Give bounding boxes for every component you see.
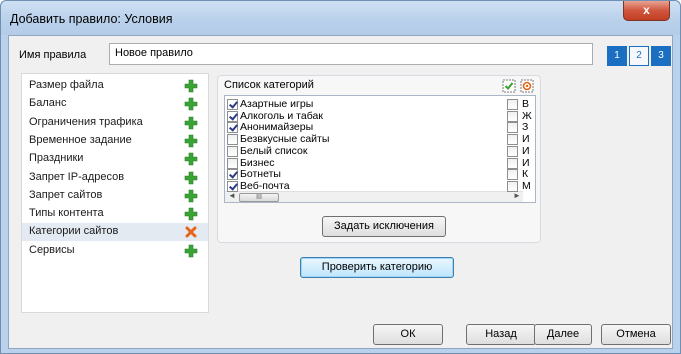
rule-name-input[interactable]: Новое правило bbox=[109, 43, 593, 65]
plus-icon[interactable] bbox=[184, 97, 198, 111]
sidebar-item[interactable]: Праздники bbox=[22, 150, 208, 168]
scroll-left-icon[interactable]: ◄ bbox=[228, 191, 236, 200]
sidebar-item[interactable]: Ограничения трафика bbox=[22, 114, 208, 132]
next-button[interactable]: Далее bbox=[534, 324, 592, 345]
checkbox-unchecked[interactable] bbox=[507, 145, 518, 157]
category-label: Ж bbox=[522, 109, 532, 122]
ok-button[interactable]: ОК bbox=[373, 324, 443, 345]
cancel-button[interactable]: Отмена bbox=[601, 324, 671, 345]
sidebar-item-label: Временное задание bbox=[29, 133, 132, 146]
category-label: Бизнес bbox=[240, 156, 275, 169]
step-2-button[interactable]: 2 bbox=[629, 46, 649, 66]
uncheck-all-icon[interactable] bbox=[520, 79, 534, 93]
checkbox-unchecked[interactable] bbox=[507, 122, 518, 134]
category-label: З bbox=[522, 121, 529, 134]
dialog-body: Имя правила Новое правило 1 2 3 Размер ф… bbox=[8, 35, 673, 349]
category-label: Безвкусные сайты bbox=[240, 133, 330, 146]
category-label: Азартные игры bbox=[240, 98, 314, 110]
category-label: Белый список bbox=[240, 144, 308, 157]
category-label: Анонимайзеры bbox=[240, 121, 314, 134]
category-label: Алкоголь и табак bbox=[240, 109, 323, 122]
sidebar-item[interactable]: Баланс bbox=[22, 95, 208, 113]
sidebar-item[interactable]: Сервисы bbox=[22, 242, 208, 260]
category-label: И bbox=[522, 133, 530, 146]
category-label: М bbox=[522, 179, 531, 192]
check-category-button[interactable]: Проверить категорию bbox=[300, 257, 454, 278]
sidebar-item-label: Размер файла bbox=[29, 79, 104, 91]
checkbox-unchecked[interactable] bbox=[227, 134, 238, 146]
checkbox-checked[interactable] bbox=[227, 99, 238, 110]
checkbox-unchecked[interactable] bbox=[507, 110, 518, 122]
sidebar-item-label: Праздники bbox=[29, 152, 84, 165]
sidebar-item-label: Запрет IP-адресов bbox=[29, 170, 125, 183]
rule-name-label: Имя правила bbox=[19, 49, 87, 61]
scroll-right-icon[interactable]: ► bbox=[513, 191, 521, 200]
category-label: Ботнеты bbox=[240, 168, 281, 181]
dialog-window: Добавить правило: Условия x Имя правила … bbox=[0, 0, 681, 354]
plus-icon[interactable] bbox=[184, 207, 198, 221]
sidebar-item-label: Запрет сайтов bbox=[29, 188, 103, 201]
sidebar-item[interactable]: Размер файла bbox=[22, 77, 208, 95]
checkbox-checked[interactable] bbox=[227, 110, 238, 122]
sidebar-item-label: Ограничения трафика bbox=[29, 115, 143, 128]
plus-icon[interactable] bbox=[184, 244, 198, 258]
categories-listbox[interactable]: ◄ III ► Азартные игры Алкоголь и табак Ано… bbox=[224, 95, 536, 203]
category-label: И bbox=[522, 156, 530, 169]
remove-icon[interactable] bbox=[184, 225, 198, 239]
sidebar-item-label: Баланс bbox=[29, 97, 67, 110]
category-label: Веб-почта bbox=[240, 179, 290, 192]
set-exceptions-button[interactable]: Задать исключения bbox=[322, 216, 446, 237]
sidebar-item[interactable]: Запрет IP-адресов bbox=[22, 169, 208, 187]
category-label: В bbox=[522, 98, 530, 110]
category-label: К bbox=[522, 168, 529, 181]
close-button[interactable]: x bbox=[623, 1, 670, 21]
checkbox-checked[interactable] bbox=[227, 122, 238, 134]
checkbox-checked[interactable] bbox=[227, 180, 238, 192]
close-icon: x bbox=[643, 3, 650, 17]
categories-panel: Список категорий ◄ III ► Азартные игры Ал… bbox=[217, 75, 541, 243]
scroll-thumb[interactable]: III bbox=[239, 193, 279, 202]
sidebar-item-label: Сервисы bbox=[29, 243, 75, 256]
conditions-list: Размер файла Баланс Ограничения трафика Вре… bbox=[21, 73, 209, 313]
plus-icon[interactable] bbox=[184, 79, 198, 93]
categories-title: Список категорий bbox=[224, 79, 314, 91]
plus-icon[interactable] bbox=[184, 134, 198, 148]
plus-icon[interactable] bbox=[184, 116, 198, 130]
checkbox-unchecked[interactable] bbox=[507, 157, 518, 169]
step-1-button[interactable]: 1 bbox=[607, 46, 627, 66]
plus-icon[interactable] bbox=[184, 171, 198, 185]
horizontal-scrollbar[interactable]: ◄ III ► bbox=[225, 191, 523, 202]
checkbox-unchecked[interactable] bbox=[227, 145, 238, 157]
back-button[interactable]: Назад bbox=[466, 324, 536, 345]
checkbox-unchecked[interactable] bbox=[507, 180, 518, 192]
sidebar-item[interactable]: Запрет сайтов bbox=[22, 187, 208, 205]
plus-icon[interactable] bbox=[184, 189, 198, 203]
checkbox-unchecked[interactable] bbox=[507, 134, 518, 146]
sidebar-item-label: Категории сайтов bbox=[29, 225, 119, 238]
checkbox-unchecked[interactable] bbox=[507, 169, 518, 181]
checkbox-unchecked[interactable] bbox=[227, 157, 238, 169]
sidebar-item[interactable]: Типы контента bbox=[22, 205, 208, 223]
plus-icon[interactable] bbox=[184, 152, 198, 166]
step-3-button[interactable]: 3 bbox=[651, 46, 671, 66]
category-label: И bbox=[522, 144, 530, 157]
checkbox-checked[interactable] bbox=[227, 169, 238, 181]
checkbox-unchecked[interactable] bbox=[507, 99, 518, 110]
window-title: Добавить правило: Условия bbox=[10, 12, 173, 26]
sidebar-item-label: Типы контента bbox=[29, 207, 104, 220]
sidebar-item[interactable]: Категории сайтов bbox=[22, 223, 208, 242]
sidebar-item[interactable]: Временное задание bbox=[22, 132, 208, 150]
title-bar[interactable]: Добавить правило: Условия x bbox=[1, 1, 680, 35]
check-all-icon[interactable] bbox=[502, 79, 516, 93]
